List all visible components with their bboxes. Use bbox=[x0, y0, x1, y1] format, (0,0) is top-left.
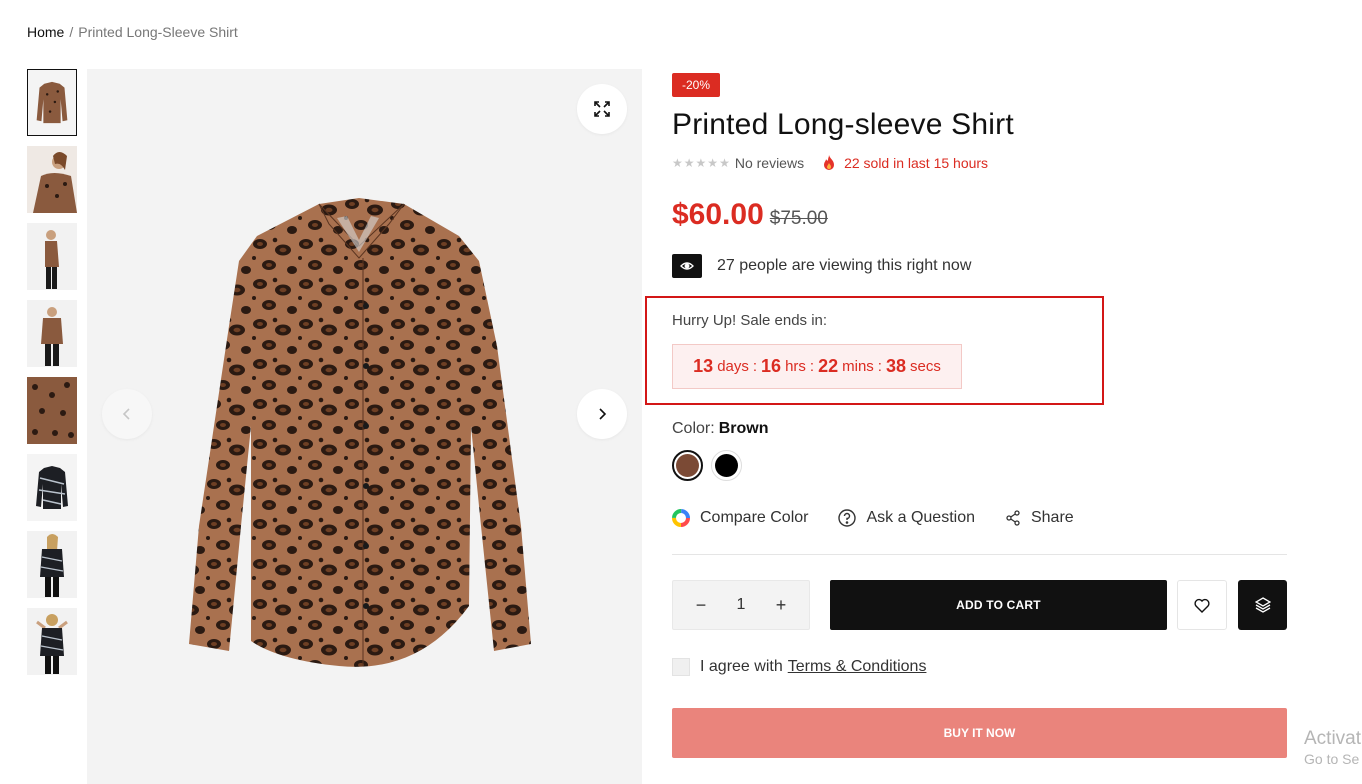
countdown-days-unit: days bbox=[717, 358, 749, 375]
countdown-minutes-unit: mins bbox=[842, 358, 874, 375]
thumbnail-8[interactable] bbox=[27, 608, 77, 675]
viewers-text: 27 people are viewing this right now bbox=[717, 257, 972, 274]
countdown-minutes: 22 bbox=[818, 356, 839, 376]
countdown-label: Hurry Up! Sale ends in: bbox=[672, 312, 828, 329]
fire-icon bbox=[824, 155, 835, 170]
product-meta: ★ ★ ★ ★ ★ No reviews 22 sold in last 15 … bbox=[672, 154, 1287, 172]
color-value: Brown bbox=[718, 420, 769, 437]
compare-color-button[interactable]: Compare Color bbox=[672, 509, 808, 527]
reviews-count[interactable]: No reviews bbox=[735, 155, 804, 171]
swatch-black[interactable] bbox=[711, 450, 742, 481]
increase-quantity-button[interactable]: + bbox=[771, 595, 791, 616]
color-swatches bbox=[672, 450, 742, 481]
divider bbox=[672, 554, 1287, 555]
terms-link[interactable]: Terms & Conditions bbox=[788, 658, 927, 676]
compare-color-label: Compare Color bbox=[700, 509, 809, 526]
star-icon: ★ bbox=[672, 156, 683, 170]
countdown-seconds-unit: secs bbox=[910, 358, 941, 375]
share-icon bbox=[1006, 510, 1020, 526]
original-price: $75.00 bbox=[769, 208, 828, 229]
next-image-button[interactable] bbox=[577, 389, 627, 439]
thumbnail-1[interactable] bbox=[27, 69, 77, 136]
rating-stars[interactable]: ★ ★ ★ ★ ★ bbox=[672, 156, 730, 170]
thumbnail-7[interactable] bbox=[27, 531, 77, 598]
heart-icon bbox=[1194, 598, 1210, 613]
countdown-hours-unit: hrs bbox=[785, 358, 806, 375]
countdown-separator: : bbox=[877, 358, 882, 375]
thumbnail-6[interactable] bbox=[27, 454, 77, 521]
terms-agreement: I agree with Terms & Conditions bbox=[672, 658, 926, 676]
sold-text: 22 sold in last 15 hours bbox=[844, 155, 989, 171]
thumbnail-2[interactable] bbox=[27, 146, 77, 213]
countdown-hours: 16 bbox=[761, 356, 782, 376]
countdown-seconds: 38 bbox=[885, 356, 906, 376]
viewers-notice: 27 people are viewing this right now bbox=[672, 254, 1287, 278]
countdown-highlight: Hurry Up! Sale ends in: 13 days : 16 hrs… bbox=[645, 296, 1104, 405]
sold-indicator: 22 sold in last 15 hours bbox=[822, 155, 988, 171]
add-to-cart-button[interactable]: ADD TO CART bbox=[830, 580, 1167, 630]
watermark-line-1: Activat bbox=[1304, 728, 1362, 749]
breadcrumb-current: Printed Long-Sleeve Shirt bbox=[78, 24, 238, 40]
product-info: -20% Printed Long-sleeve Shirt ★ ★ ★ ★ ★… bbox=[645, 73, 1287, 758]
breadcrumb-separator: / bbox=[69, 24, 74, 40]
watermark-line-2: Go to Se bbox=[1304, 751, 1360, 767]
breadcrumb: Home / Printed Long-Sleeve Shirt bbox=[27, 24, 238, 40]
zoom-button[interactable] bbox=[577, 84, 627, 134]
swatch-brown[interactable] bbox=[672, 450, 703, 481]
purchase-row: − 1 + ADD TO CART bbox=[672, 580, 1287, 630]
chevron-left-icon bbox=[122, 408, 130, 420]
compare-button[interactable] bbox=[1238, 580, 1287, 630]
thumbnail-4[interactable] bbox=[27, 300, 77, 367]
star-icon: ★ bbox=[683, 156, 695, 170]
countdown-separator: : bbox=[809, 358, 815, 375]
star-icon: ★ bbox=[695, 156, 707, 170]
countdown-timer: 13 days : 16 hrs : 22 mins : 38 secs bbox=[672, 344, 962, 389]
agree-text: I agree with bbox=[700, 658, 783, 675]
countdown-separator: : bbox=[752, 358, 758, 375]
star-icon: ★ bbox=[719, 156, 730, 170]
main-product-image[interactable] bbox=[87, 69, 642, 784]
discount-badge: -20% bbox=[672, 73, 721, 97]
color-label: Color: bbox=[672, 420, 715, 437]
layers-icon bbox=[1254, 597, 1271, 613]
previous-image-button[interactable] bbox=[102, 389, 152, 439]
question-icon bbox=[838, 509, 857, 527]
decrease-quantity-button[interactable]: − bbox=[691, 595, 711, 616]
thumbnail-3[interactable] bbox=[27, 223, 77, 290]
product-title: Printed Long-sleeve Shirt bbox=[672, 108, 1014, 141]
leopard-shirt-image bbox=[189, 198, 531, 667]
quantity-stepper: − 1 + bbox=[672, 580, 810, 630]
chevron-right-icon bbox=[599, 408, 607, 420]
price-row: $60.00 $75.00 bbox=[672, 198, 1287, 232]
wishlist-button[interactable] bbox=[1177, 580, 1227, 630]
breadcrumb-home-link[interactable]: Home bbox=[27, 24, 64, 40]
share-button[interactable]: Share bbox=[1005, 509, 1074, 527]
secondary-actions: Compare Color Ask a Question Share bbox=[672, 509, 1104, 527]
expand-icon bbox=[594, 101, 610, 117]
color-wheel-icon bbox=[672, 509, 690, 527]
eye-icon bbox=[672, 254, 702, 278]
ask-question-label: Ask a Question bbox=[866, 509, 975, 526]
ask-question-button[interactable]: Ask a Question bbox=[838, 509, 975, 527]
buy-now-button[interactable]: BUY IT NOW bbox=[672, 708, 1287, 758]
star-icon: ★ bbox=[707, 156, 719, 170]
thumbnail-list bbox=[27, 69, 77, 685]
os-activation-watermark: Activat Go to Se bbox=[1304, 728, 1361, 767]
terms-checkbox[interactable] bbox=[672, 658, 690, 676]
quantity-value[interactable]: 1 bbox=[737, 596, 746, 614]
color-selection: Color: Brown bbox=[672, 420, 768, 438]
thumbnail-5[interactable] bbox=[27, 377, 77, 444]
share-label: Share bbox=[1030, 509, 1074, 526]
countdown-days: 13 bbox=[693, 356, 714, 376]
current-price: $60.00 bbox=[672, 198, 764, 231]
